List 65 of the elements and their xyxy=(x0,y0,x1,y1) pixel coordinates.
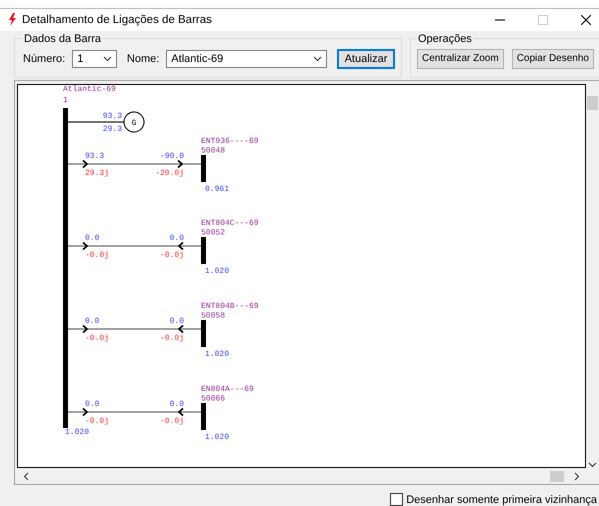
bus-bar xyxy=(201,155,206,182)
bus-number: 50058 xyxy=(201,312,226,321)
power-value: 93.3 xyxy=(85,152,104,162)
bus-voltage: 1.020 xyxy=(205,433,230,442)
checkbox-label: Desenhar somente primeira vizinhança xyxy=(406,494,597,506)
power-value: -90.0 xyxy=(160,152,184,162)
bus-voltage: 1.020 xyxy=(205,267,230,276)
bus-name: ENT804C---69 xyxy=(201,219,259,228)
update-button[interactable]: Atualizar xyxy=(337,48,395,69)
window-title: Detalhamento de Ligações de Barras xyxy=(22,14,213,26)
close-icon[interactable] xyxy=(581,14,591,25)
group-title: Operações xyxy=(417,32,473,45)
reactive-power-value: -0.0j xyxy=(85,334,110,344)
bus-name: EN804A---69 xyxy=(201,385,254,394)
reactive-power-value: -0.0j xyxy=(160,334,184,344)
power-value: 0.0 xyxy=(170,234,184,244)
bus-bar xyxy=(201,320,206,348)
bus-voltage: 0.961 xyxy=(205,185,230,194)
bus-number: 50052 xyxy=(201,228,226,238)
checkbox[interactable] xyxy=(390,493,404,506)
reactive-power-value: -0.0j xyxy=(85,417,110,426)
reactive-power-value: -20.0j xyxy=(155,169,184,178)
generator-icon: G xyxy=(124,112,144,133)
power-value: 0.0 xyxy=(85,234,100,244)
field-label: Número: xyxy=(23,52,66,65)
toolbar-button[interactable]: Copiar Desenho xyxy=(512,48,594,69)
arrowhead-icon xyxy=(82,160,88,168)
scrollbar-thumb[interactable] xyxy=(587,96,598,110)
arrowhead-icon xyxy=(82,324,88,334)
field-label: Nome: xyxy=(126,52,160,65)
power-value: 0.0 xyxy=(85,400,100,410)
power-value: 0.0 xyxy=(85,317,100,326)
power-value: 0.0 xyxy=(170,317,184,326)
bus-voltage: 1.020 xyxy=(65,428,90,438)
toolbar-button[interactable]: Centralizar Zoom xyxy=(417,48,504,69)
power-value: 29.3 xyxy=(102,125,122,134)
power-value: 93.3 xyxy=(102,112,122,122)
bus-number: 1 xyxy=(63,96,68,106)
caret-icon xyxy=(102,56,112,62)
reactive-power-value: -0.0j xyxy=(85,251,110,260)
scrollbar-thumb[interactable] xyxy=(550,470,564,482)
bus-number: 50066 xyxy=(201,394,226,404)
scroll-down-icon xyxy=(588,462,597,468)
reactive-power-value: 29.3j xyxy=(85,169,110,178)
reactive-power-value: -0.0j xyxy=(160,417,184,426)
bus-bar xyxy=(201,403,206,430)
reactive-power-value: -0.0j xyxy=(160,251,184,260)
bus-name: Atlantic-69 xyxy=(63,85,116,94)
scroll-left-icon xyxy=(23,472,29,480)
bus-name: ENT804B---69 xyxy=(201,302,259,312)
maximize-icon[interactable] xyxy=(538,14,548,25)
arrowhead-icon xyxy=(82,408,88,416)
lightning-icon xyxy=(8,13,17,26)
group-title: Dados da Barra xyxy=(23,32,102,45)
power-value: 0.0 xyxy=(170,400,184,410)
number-dropdown[interactable]: 1 xyxy=(72,50,117,68)
bus-voltage: 1.020 xyxy=(205,350,230,360)
name-dropdown[interactable]: Atlantic-69 xyxy=(166,50,327,68)
generator-line xyxy=(68,122,124,123)
caret-icon xyxy=(313,56,322,62)
bus-number: 50048 xyxy=(201,146,226,156)
bus-name: ENT936----69 xyxy=(201,137,259,146)
bus-bar xyxy=(201,237,206,264)
scroll-right-icon xyxy=(574,472,580,480)
arrowhead-icon xyxy=(82,242,88,250)
